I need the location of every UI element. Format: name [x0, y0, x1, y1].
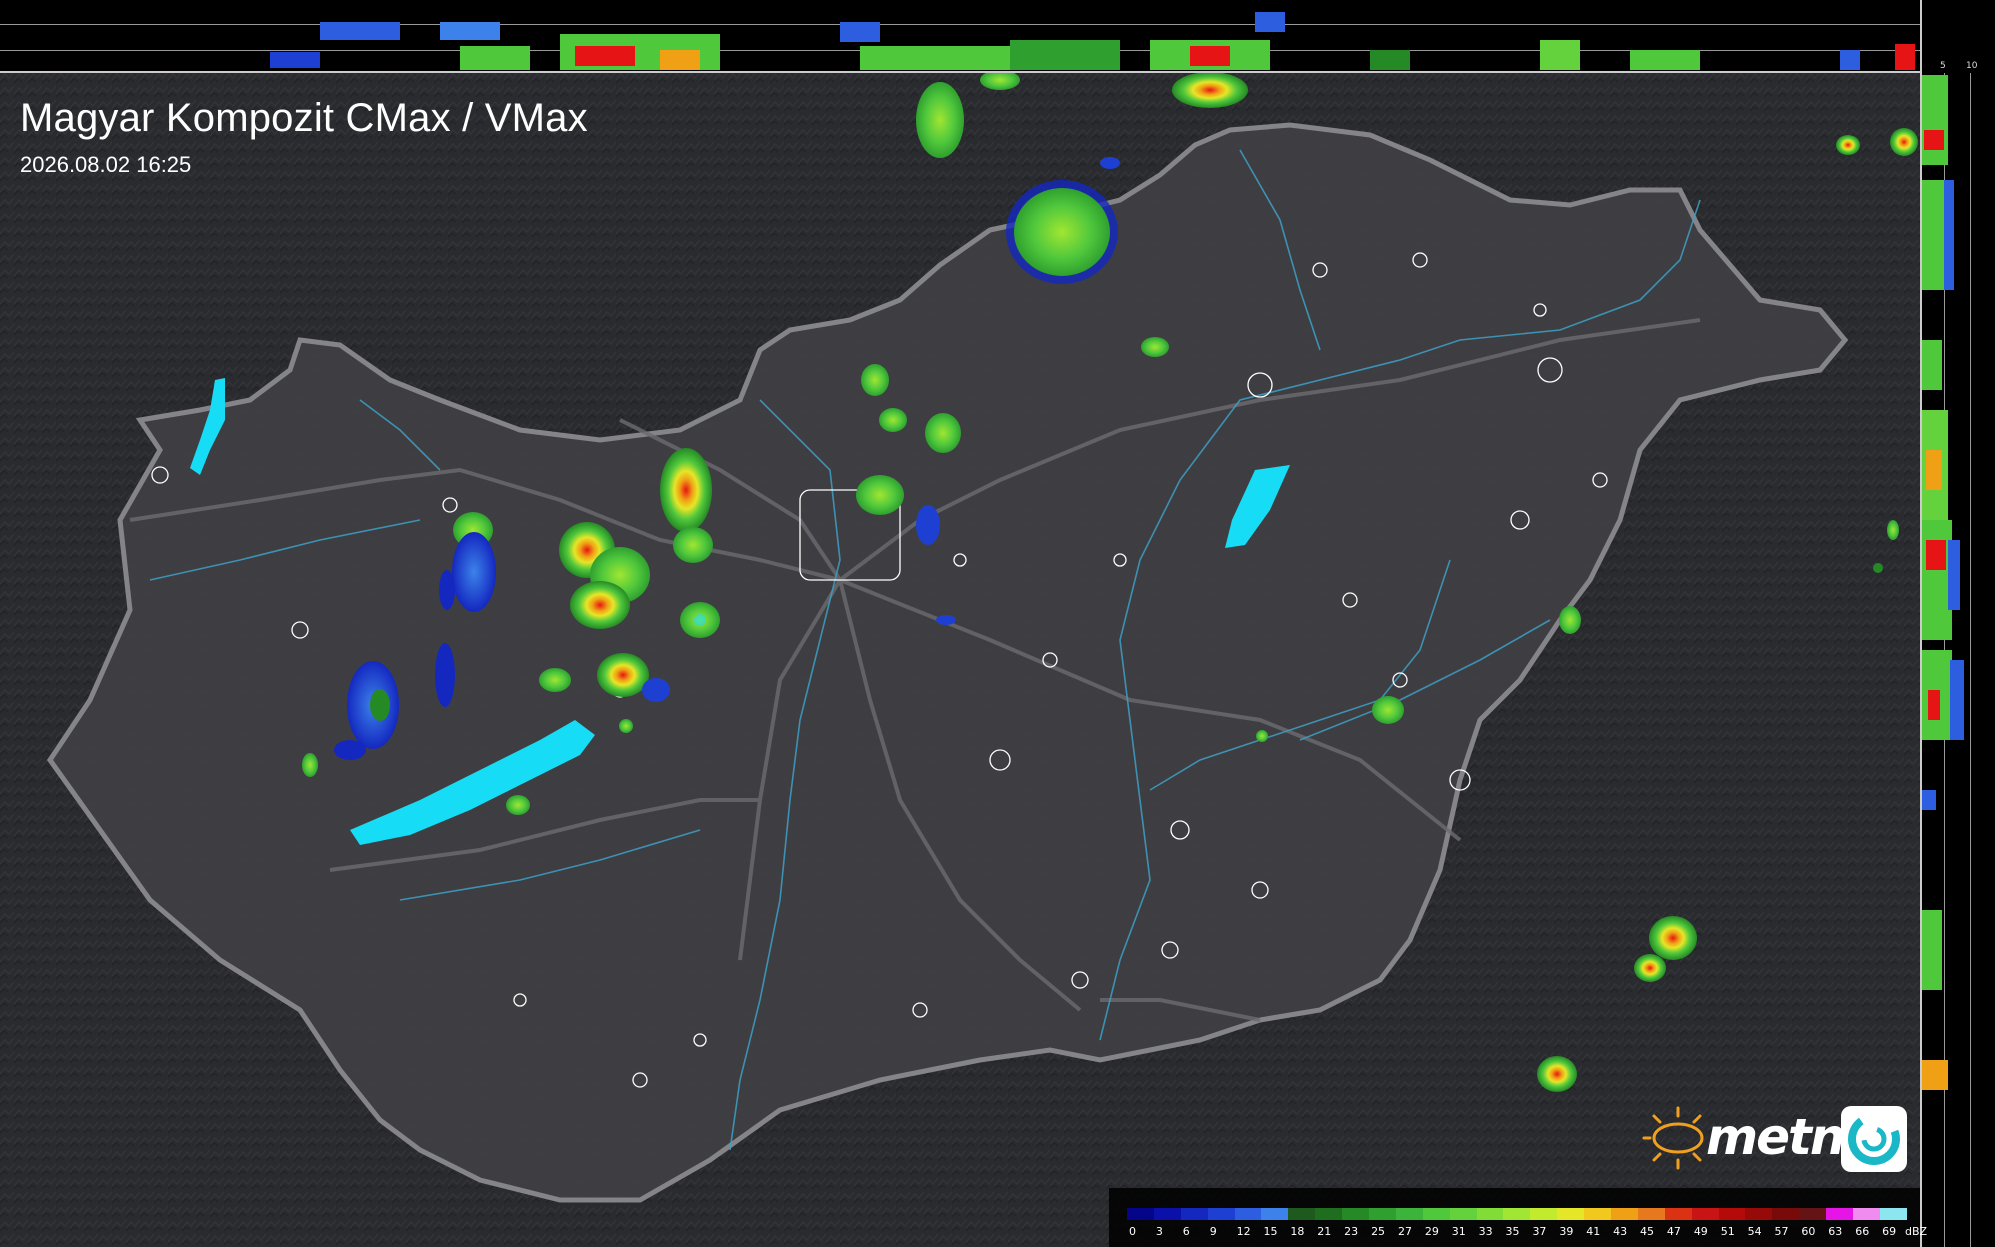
legend-swatch [1342, 1208, 1370, 1220]
legend-labels: 0 3 6 9 12 15 18 21 23 25 27 29 31 33 35 37 39 41 43 45 47 49… [1127, 1225, 1927, 1239]
legend-swatch [1772, 1208, 1800, 1220]
legend-swatch [1637, 1208, 1665, 1220]
legend-value: 63 [1828, 1225, 1843, 1238]
legend-swatch [1718, 1208, 1746, 1220]
legend-swatch [1557, 1208, 1585, 1220]
right-profile-echoes [1922, 75, 1964, 1090]
metnet-logo: metnet [1638, 1100, 1913, 1180]
legend-swatch [1422, 1208, 1450, 1220]
legend-swatch [1180, 1208, 1208, 1220]
legend-value: 60 [1801, 1225, 1816, 1238]
legend-value: 33 [1478, 1225, 1493, 1238]
legend-swatch [1503, 1208, 1531, 1220]
dbz-legend: 0 3 6 9 12 15 18 21 23 25 27 29 31 33 35 37 39 41 43 45 47 49… [1109, 1188, 1927, 1247]
legend-swatch [1879, 1208, 1907, 1220]
legend-value: 69 [1882, 1225, 1897, 1238]
legend-value: 3 [1155, 1225, 1163, 1238]
legend-value: 15 [1263, 1225, 1278, 1238]
legend-swatch [1853, 1208, 1880, 1220]
legend-swatch [1799, 1208, 1827, 1220]
radar-map: 10 5 5 10 Magyar Kompozit CMax / [0, 0, 1995, 1247]
legend-value: 25 [1371, 1225, 1386, 1238]
legend-swatch [1207, 1208, 1235, 1220]
map-title: Magyar Kompozit CMax / VMax [20, 96, 588, 140]
legend-color-bar [1127, 1208, 1907, 1220]
legend-swatch [1395, 1208, 1423, 1220]
legend-value: 45 [1640, 1225, 1655, 1238]
legend-swatch [1369, 1208, 1396, 1220]
legend-swatch [1691, 1208, 1719, 1220]
right-profile-strip: 5 10 [1920, 0, 1995, 1247]
legend-swatch [1745, 1208, 1773, 1220]
terrain-map [0, 73, 1920, 1247]
legend-value: 18 [1290, 1225, 1305, 1238]
legend-value: 54 [1747, 1225, 1762, 1238]
legend-value: 35 [1505, 1225, 1520, 1238]
map-timestamp: 2026.08.02 16:25 [20, 152, 192, 177]
legend-swatch [1664, 1208, 1692, 1220]
swirl-icon [1841, 1106, 1907, 1172]
legend-value: 41 [1586, 1225, 1601, 1238]
legend-value: 27 [1397, 1225, 1412, 1238]
legend-value: 57 [1774, 1225, 1789, 1238]
legend-value: 29 [1424, 1225, 1439, 1238]
legend-value: 0 [1129, 1225, 1136, 1238]
right-tick-label: 10 [1966, 61, 1978, 71]
legend-value: 47 [1666, 1225, 1681, 1238]
top-profile-echoes [270, 12, 1915, 70]
legend-swatch [1476, 1208, 1504, 1220]
legend-value: 9 [1209, 1225, 1217, 1238]
legend-value: 23 [1344, 1225, 1359, 1238]
legend-swatch [1584, 1208, 1612, 1220]
legend-value: 37 [1532, 1225, 1547, 1238]
legend-value: 39 [1559, 1225, 1574, 1238]
legend-swatch [1261, 1208, 1289, 1220]
legend-swatch [1153, 1208, 1181, 1220]
legend-value: 43 [1613, 1225, 1628, 1238]
legend-value: 66 [1855, 1225, 1870, 1238]
top-profile-strip: 10 5 [0, 0, 1937, 73]
legend-swatch [1449, 1208, 1477, 1220]
legend-swatch [1288, 1208, 1316, 1220]
legend-swatch [1127, 1208, 1154, 1220]
legend-swatch [1611, 1208, 1638, 1220]
legend-value: 31 [1451, 1225, 1466, 1238]
legend-swatch [1530, 1208, 1558, 1220]
right-tick-label: 5 [1940, 61, 1946, 71]
legend-value: 6 [1182, 1225, 1190, 1238]
legend-swatch [1234, 1208, 1262, 1220]
legend-value: 49 [1693, 1225, 1708, 1238]
sun-icon [1642, 1106, 1704, 1170]
legend-unit: dBZ [1905, 1225, 1928, 1238]
legend-value: 21 [1317, 1225, 1332, 1238]
legend-swatch [1315, 1208, 1343, 1220]
legend-value: 51 [1720, 1225, 1735, 1238]
legend-value: 12 [1236, 1225, 1251, 1238]
legend-swatch [1826, 1208, 1854, 1220]
